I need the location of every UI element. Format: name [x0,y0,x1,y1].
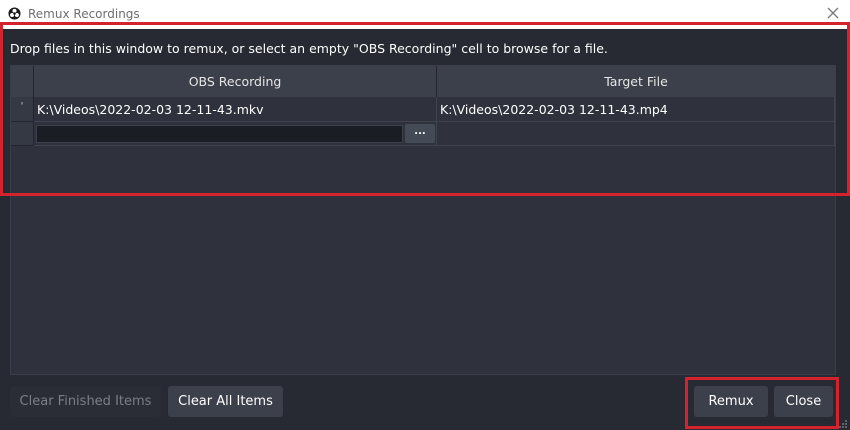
window-title: Remux Recordings [28,7,140,21]
resize-grip-icon[interactable] [838,419,848,429]
column-header-obs-recording[interactable]: OBS Recording [34,66,437,97]
close-button[interactable]: Close [774,386,833,417]
clear-all-items-button[interactable]: Clear All Items [168,386,283,417]
remux-button[interactable]: Remux [694,386,768,417]
remux-table[interactable]: OBS Recording Target File ' K:\Videos\20… [10,65,836,375]
clear-finished-items-button[interactable]: Clear Finished Items [10,386,161,417]
target-file-cell[interactable]: K:\Videos\2022-02-03 12-11-43.mp4 [437,97,835,122]
column-header-target-file[interactable]: Target File [437,66,835,97]
obs-recording-input[interactable] [36,125,403,143]
table-corner [11,66,34,97]
target-file-empty-cell[interactable] [437,122,835,146]
row-header-empty [11,122,34,146]
row-status-indicator: ' [11,97,34,122]
title-bar: Remux Recordings [0,0,850,29]
close-icon[interactable] [826,6,840,20]
browse-button[interactable]: ... [405,124,435,143]
obs-recording-cell[interactable]: K:\Videos\2022-02-03 12-11-43.mkv [34,97,437,122]
instruction-text: Drop files in this window to remux, or s… [10,41,608,56]
obs-logo-icon [8,7,21,20]
